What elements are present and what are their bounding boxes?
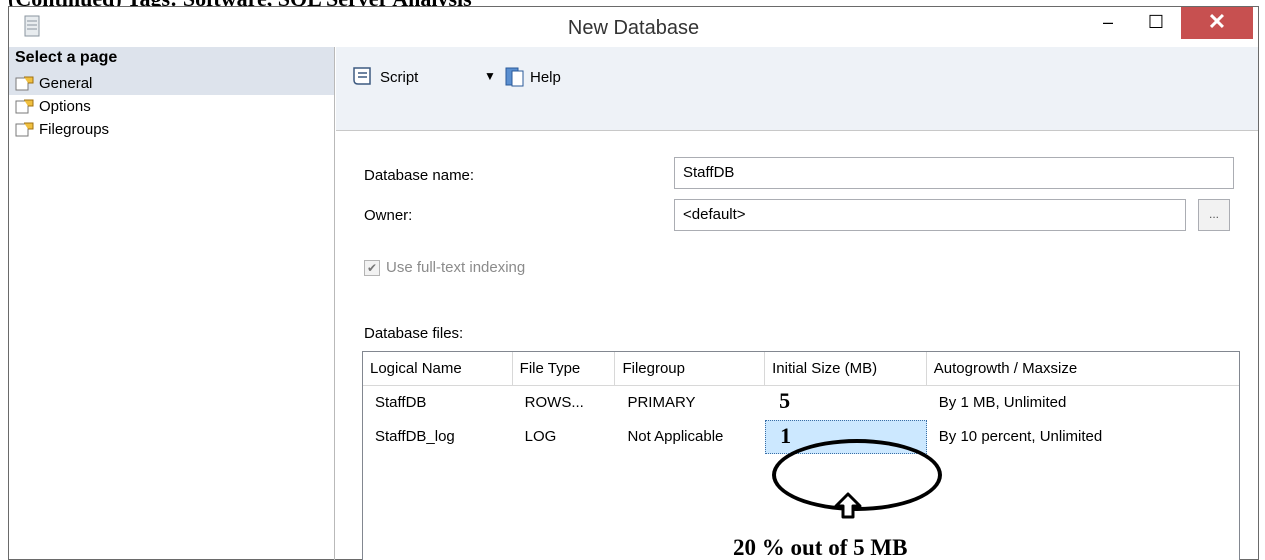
sidebar-item-general[interactable]: General <box>9 71 334 95</box>
minimize-button[interactable]: – <box>1085 7 1131 39</box>
help-label: Help <box>530 68 561 86</box>
cell-logical-name[interactable]: StaffDB <box>363 386 513 420</box>
title-bar: New Database – ☐ ✕ <box>9 7 1258 47</box>
cell-autogrowth[interactable]: By 1 MB, Unlimited <box>927 386 1239 420</box>
script-button[interactable]: Script <box>350 65 418 89</box>
database-files-label: Database files: <box>364 325 464 342</box>
script-label: Script <box>380 68 419 86</box>
close-button[interactable]: ✕ <box>1181 7 1253 39</box>
sidebar-item-filegroups[interactable]: Filegroups <box>9 117 334 141</box>
cell-initial-size[interactable]: 5 <box>765 386 927 420</box>
new-database-dialog: New Database – ☐ ✕ Select a page General… <box>8 6 1259 560</box>
cell-file-type[interactable]: ROWS... <box>513 386 616 420</box>
database-name-input[interactable]: StaffDB <box>674 157 1234 189</box>
owner-input[interactable]: <default> <box>674 199 1186 231</box>
script-icon <box>353 67 371 85</box>
owner-label: Owner: <box>364 207 413 224</box>
database-name-label: Database name: <box>364 167 475 184</box>
sidebar-item-label: Options <box>39 97 91 115</box>
sidebar-item-options[interactable]: Options <box>9 95 334 117</box>
window-title: New Database <box>567 17 700 39</box>
cell-filegroup[interactable]: PRIMARY <box>615 386 765 420</box>
up-arrow-icon <box>834 492 862 519</box>
sidebar-header: Select a page <box>9 47 334 74</box>
cell-filegroup[interactable]: Not Applicable <box>615 420 765 454</box>
general-page: Script ▼ Help Database name: StaffDB Own… <box>336 47 1258 560</box>
fulltext-checkbox[interactable]: ✔ <box>364 259 380 276</box>
column-header-autogrowth[interactable]: Autogrowth / Maxsize <box>927 352 1239 386</box>
column-header-initial-size[interactable]: Initial Size (MB) <box>765 352 927 386</box>
page-wrench-icon <box>15 122 34 137</box>
script-dropdown-arrow[interactable]: ▼ <box>484 69 496 83</box>
help-icon <box>505 67 524 87</box>
column-header-logical-name[interactable]: Logical Name <box>363 352 513 386</box>
cell-logical-name[interactable]: StaffDB_log <box>363 420 513 454</box>
grid-header: Logical Name File Type Filegroup Initial… <box>363 352 1239 386</box>
column-header-filegroup[interactable]: Filegroup <box>615 352 766 386</box>
page-selector: Select a page General Options Filegroups <box>9 47 335 560</box>
cell-autogrowth[interactable]: By 10 percent, Unlimited <box>927 420 1239 454</box>
help-button[interactable]: Help <box>504 65 561 89</box>
fulltext-indexing-option[interactable]: ✔ Use full-text indexing <box>364 259 525 276</box>
fulltext-label: Use full-text indexing <box>386 259 526 276</box>
owner-browse-button[interactable]: ... <box>1198 199 1230 231</box>
sidebar-item-label: Filegroups <box>39 120 110 138</box>
page-wrench-icon <box>15 76 34 91</box>
page-wrench-icon <box>15 99 34 114</box>
annotation-note: 20 % out of 5 MB <box>733 535 908 560</box>
column-header-file-type[interactable]: File Type <box>513 352 616 386</box>
cell-file-type[interactable]: LOG <box>513 420 616 454</box>
toolbar: Script ▼ Help <box>336 47 1258 131</box>
table-row[interactable]: StaffDB ROWS... PRIMARY 5 By 1 MB, Unlim… <box>363 386 1239 420</box>
sidebar-item-label: General <box>39 74 93 92</box>
maximize-button[interactable]: ☐ <box>1133 7 1179 39</box>
